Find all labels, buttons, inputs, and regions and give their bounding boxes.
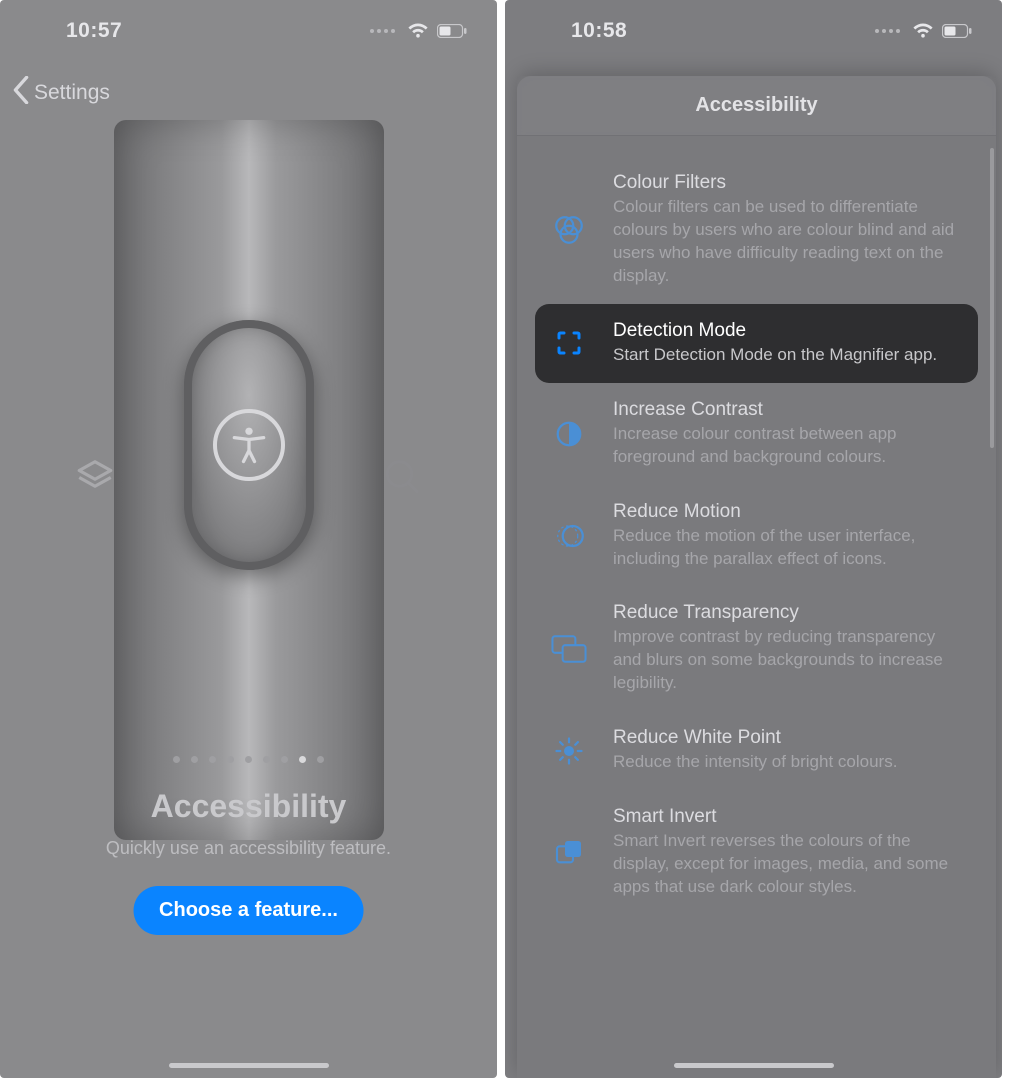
back-button[interactable]: Settings [0, 48, 497, 110]
row-desc: Smart Invert reverses the colours of the… [613, 830, 966, 899]
home-indicator[interactable] [674, 1063, 834, 1068]
row-desc: Start Detection Mode on the Magnifier ap… [613, 344, 966, 367]
reduce-transparency-icon [547, 602, 591, 695]
battery-icon [942, 24, 972, 38]
status-time: 10:57 [66, 19, 122, 43]
chevron-left-icon [12, 76, 30, 110]
sheet-title: Accessibility [517, 76, 996, 136]
row-colour-filters[interactable]: Colour Filters Colour filters can be use… [535, 156, 978, 304]
phone-side-illustration [114, 120, 384, 840]
cellular-dots-icon [875, 29, 900, 33]
accessibility-sheet: Accessibility Colour Filters Colour filt… [517, 76, 996, 1078]
accessibility-icon [213, 409, 285, 481]
row-desc: Reduce the motion of the user interface,… [613, 525, 966, 571]
row-title: Smart Invert [613, 806, 966, 828]
colour-filters-icon [547, 172, 591, 288]
choose-feature-button[interactable]: Choose a feature... [133, 886, 364, 935]
row-title: Colour Filters [613, 172, 966, 194]
row-reduce-transparency[interactable]: Reduce Transparency Improve contrast by … [535, 586, 978, 711]
row-desc: Reduce the intensity of bright colours. [613, 751, 966, 774]
layers-icon [74, 457, 116, 504]
row-title: Reduce White Point [613, 727, 966, 749]
increase-contrast-icon [547, 399, 591, 469]
row-reduce-motion[interactable]: Reduce Motion Reduce the motion of the u… [535, 485, 978, 587]
magnifier-icon [382, 457, 424, 504]
status-icons [370, 23, 467, 39]
phone-left: 10:57 Settings [0, 0, 497, 1078]
status-time: 10:58 [571, 19, 627, 43]
status-bar: 10:58 [505, 0, 1002, 48]
row-desc: Colour filters can be used to differenti… [613, 196, 966, 288]
detection-mode-icon [547, 320, 591, 367]
feature-list[interactable]: Colour Filters Colour filters can be use… [517, 136, 996, 1078]
wifi-icon [912, 23, 934, 39]
reduce-motion-icon [547, 501, 591, 571]
cellular-dots-icon [370, 29, 395, 33]
hero-title: Accessibility [0, 788, 497, 825]
wifi-icon [407, 23, 429, 39]
row-title: Reduce Motion [613, 501, 966, 523]
home-indicator[interactable] [169, 1063, 329, 1068]
status-bar: 10:57 [0, 0, 497, 48]
scroll-indicator[interactable] [990, 148, 994, 448]
smart-invert-icon [547, 806, 591, 899]
back-label: Settings [34, 81, 110, 105]
row-desc: Improve contrast by reducing transparenc… [613, 626, 966, 695]
row-title: Increase Contrast [613, 399, 966, 421]
hero-subtitle: Quickly use an accessibility feature. [0, 838, 497, 859]
row-smart-invert[interactable]: Smart Invert Smart Invert reverses the c… [535, 790, 978, 915]
action-button-illustration [184, 320, 314, 570]
hero-section: Accessibility Quickly use an accessibili… [0, 120, 497, 1078]
row-reduce-white-point[interactable]: Reduce White Point Reduce the intensity … [535, 711, 978, 790]
row-title: Detection Mode [613, 320, 966, 342]
status-icons [875, 23, 972, 39]
phone-right: 10:58 Accessibility Colour Filters Colou… [505, 0, 1002, 1078]
row-title: Reduce Transparency [613, 602, 966, 624]
row-detection-mode[interactable]: Detection Mode Start Detection Mode on t… [535, 304, 978, 383]
reduce-white-point-icon [547, 727, 591, 774]
page-indicator[interactable] [0, 756, 497, 763]
battery-icon [437, 24, 467, 38]
row-desc: Increase colour contrast between app for… [613, 423, 966, 469]
row-increase-contrast[interactable]: Increase Contrast Increase colour contra… [535, 383, 978, 485]
